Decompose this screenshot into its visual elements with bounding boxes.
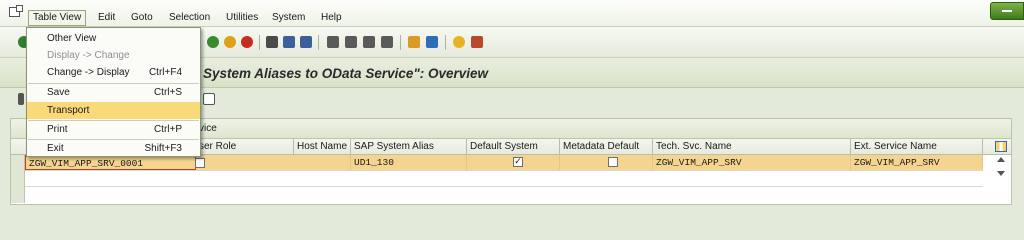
column-default-system[interactable]: Default System xyxy=(467,139,560,154)
menu-selection[interactable]: Selection xyxy=(169,11,210,25)
window-menu-icon[interactable] xyxy=(9,5,23,17)
table-settings-icon[interactable] xyxy=(995,141,1007,152)
menu-option-other-view[interactable]: Other View xyxy=(27,30,200,47)
menu-option-transport[interactable]: Transport xyxy=(27,102,200,119)
first-page-icon[interactable] xyxy=(327,36,339,48)
service-id-cell[interactable]: ZGW_VIM_APP_SRV_0001 xyxy=(25,155,196,170)
menu-option-print[interactable]: Print Ctrl+P xyxy=(27,121,200,138)
column-sap-system-alias[interactable]: SAP System Alias xyxy=(351,139,467,154)
row-selector[interactable] xyxy=(11,171,25,187)
select-block-icon[interactable] xyxy=(203,93,215,105)
menu-system[interactable]: System xyxy=(272,11,305,25)
menu-option-exit[interactable]: Exit Shift+F3 xyxy=(27,140,200,157)
minimize-icon xyxy=(1002,10,1012,12)
toolbar-separator xyxy=(318,35,319,50)
vertical-scrollbar[interactable] xyxy=(995,155,1009,203)
row-selector[interactable] xyxy=(11,155,25,171)
menu-option-shortcut: Ctrl+P xyxy=(153,124,182,135)
default-system-cell: ✓ xyxy=(467,155,560,170)
find-icon[interactable] xyxy=(283,36,295,48)
table-row[interactable] xyxy=(11,171,983,187)
metadata-default-checkbox[interactable] xyxy=(608,157,618,167)
menu-option-display-change: Display -> Change xyxy=(27,47,200,64)
ext-service-name-cell[interactable]: ZGW_VIM_APP_SRV xyxy=(851,155,983,170)
back-icon[interactable] xyxy=(207,36,219,48)
customize-layout-icon[interactable] xyxy=(471,36,483,48)
table-view-dropdown: Other View Display -> Change Change -> D… xyxy=(26,27,201,157)
table-row[interactable]: ZGW_VIM_APP_SRV_0001 UD1_130 ✓ ZGW_VIM_A… xyxy=(11,155,983,171)
menu-bar: Table View Edit Goto Selection Utilities… xyxy=(0,0,1024,27)
user-role-checkbox[interactable] xyxy=(195,158,205,168)
menu-option-label: Display -> Change xyxy=(47,50,130,61)
page-title: System Aliases to OData Service": Overvi… xyxy=(203,66,489,81)
menu-option-label: Transport xyxy=(47,105,90,116)
close-window-button[interactable] xyxy=(990,2,1024,20)
toolbar-separator xyxy=(445,35,446,50)
menu-option-change-display[interactable]: Change -> Display Ctrl+F4 xyxy=(27,64,200,81)
last-page-icon[interactable] xyxy=(381,36,393,48)
menu-table-view[interactable]: Table View xyxy=(28,10,87,26)
column-user-role[interactable]: ser Role xyxy=(196,139,294,154)
help-icon[interactable] xyxy=(453,36,465,48)
change-icon[interactable] xyxy=(18,93,24,105)
find-next-icon[interactable] xyxy=(300,36,312,48)
toolbar-separator xyxy=(400,35,401,50)
menu-utilities[interactable]: Utilities xyxy=(226,11,258,25)
menu-option-label: Print xyxy=(47,124,68,135)
tech-svc-name-cell[interactable]: ZGW_VIM_APP_SRV xyxy=(653,155,851,170)
menu-option-label: Exit xyxy=(47,143,64,154)
menu-option-label: Other View xyxy=(47,33,97,44)
cancel-icon[interactable] xyxy=(241,36,253,48)
column-metadata-default[interactable]: Metadata Default xyxy=(560,139,653,154)
menu-option-shortcut: Ctrl+F4 xyxy=(148,67,182,78)
previous-page-icon[interactable] xyxy=(345,36,357,48)
host-name-cell[interactable] xyxy=(294,155,351,170)
scroll-up-icon[interactable] xyxy=(997,157,1005,162)
default-system-checkbox[interactable]: ✓ xyxy=(513,157,523,167)
exit-icon[interactable] xyxy=(224,36,236,48)
sap-system-alias-cell[interactable]: UD1_130 xyxy=(351,155,467,170)
menu-goto[interactable]: Goto xyxy=(131,11,153,25)
row-selector[interactable] xyxy=(11,187,25,203)
menu-edit[interactable]: Edit xyxy=(98,11,115,25)
create-shortcut-icon[interactable] xyxy=(426,36,438,48)
column-ext-service-name[interactable]: Ext. Service Name xyxy=(851,139,983,154)
menu-option-label: Save xyxy=(47,87,70,98)
menu-option-shortcut: Ctrl+S xyxy=(153,87,182,98)
menu-help[interactable]: Help xyxy=(321,11,342,25)
table-caption-text: vice xyxy=(199,123,217,134)
menu-option-label: Change -> Display xyxy=(47,67,130,78)
print-icon[interactable] xyxy=(266,36,278,48)
column-host-name[interactable]: Host Name xyxy=(294,139,351,154)
menu-option-save[interactable]: Save Ctrl+S xyxy=(27,84,200,101)
create-session-icon[interactable] xyxy=(408,36,420,48)
column-tech-svc-name[interactable]: Tech. Svc. Name xyxy=(653,139,851,154)
toolbar-separator xyxy=(259,35,260,50)
table-row[interactable] xyxy=(11,187,983,203)
metadata-default-cell xyxy=(560,155,653,170)
scroll-down-icon[interactable] xyxy=(997,171,1005,176)
menu-option-shortcut: Shift+F3 xyxy=(144,143,182,154)
next-page-icon[interactable] xyxy=(363,36,375,48)
